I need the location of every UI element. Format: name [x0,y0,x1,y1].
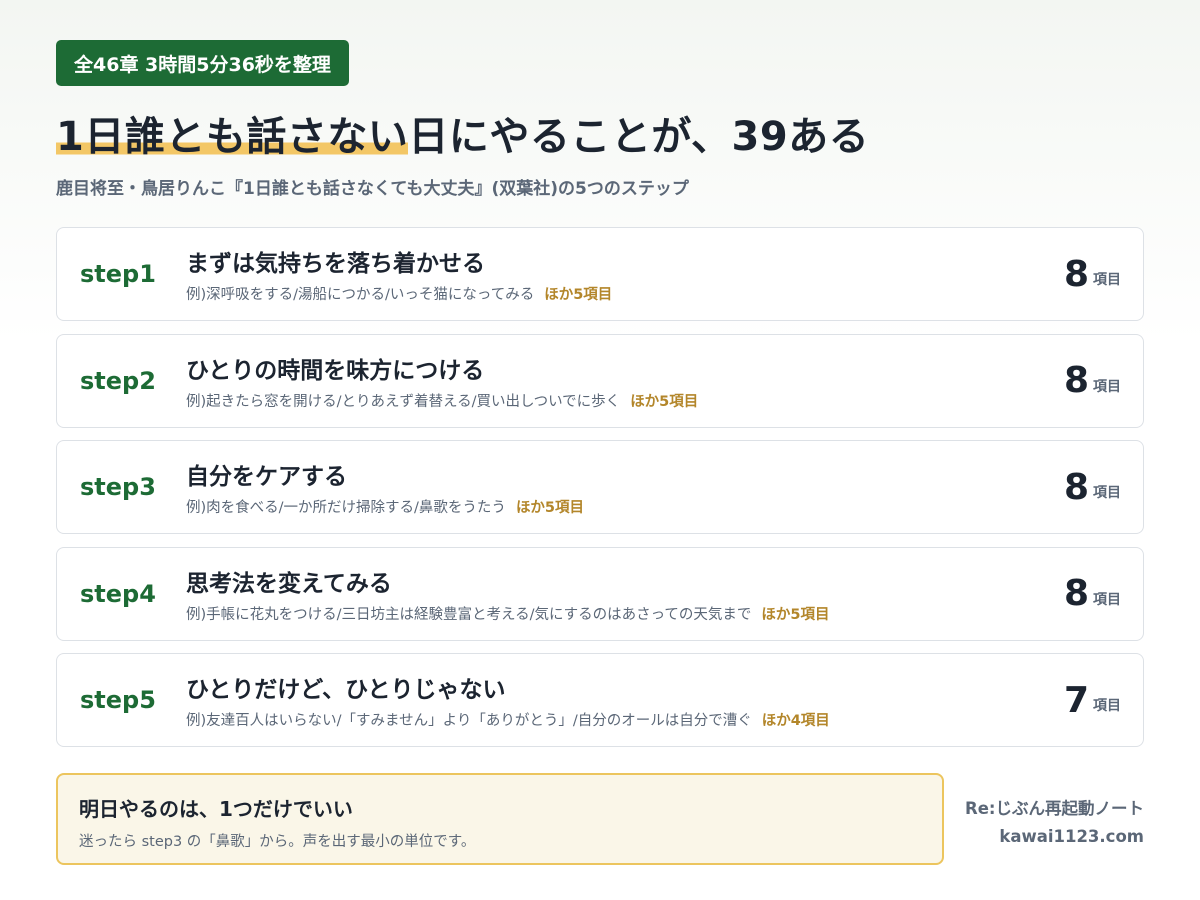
step-title: 思考法を変えてみる [186,570,392,597]
step-examples: 例)起きたら窓を開ける/とりあえず着替える/買い出しついでに歩く ほか5項目 [186,390,698,411]
tip-callout: 明日やるのは、1つだけでいい 迷ったら step3 の「鼻歌」から。声を出す最小… [56,773,944,865]
step-count-unit: 項目 [1093,698,1121,714]
step-count: 8 項目 [1064,335,1121,427]
step-label: step2 [80,366,156,395]
page-subtitle: 鹿目将至・鳥居りんこ『1日誰とも話さなくても大丈夫』(双葉社)の5つのステップ [56,179,689,199]
step-count-number: 8 [1063,360,1089,401]
brand-name: Re:じぶん再起動ノート [965,799,1144,818]
step-title: まずは気持ちを落ち着かせる [186,251,485,277]
step-count-unit: 項目 [1093,591,1121,608]
page-title: 1日誰とも話さない日にやることが、39ある [56,104,869,162]
summary-badge: 全46章 3時間5分36秒を整理 [56,40,349,86]
step-card-5: step5 ひとりだけど、ひとりじゃない 例)友達百人はいらない/「すみません」… [56,653,1144,747]
step-count-number: 8 [1063,253,1089,295]
step-examples: 例)肉を食べる/一か所だけ掃除する/鼻歌をうたう ほか5項目 [186,496,584,517]
step-examples: 例)友達百人はいらない/「すみません」より「ありがとう」/自分のオールは自分で漕… [186,709,830,730]
step-label: step5 [80,686,156,714]
step-title: ひとりだけど、ひとりじゃない [186,677,506,703]
step-title: 自分をケアする [186,464,347,490]
step-count: 7 項目 [1064,654,1121,746]
step-more-items: ほか5項目 [761,606,830,623]
step-examples-text: 例)起きたら窓を開ける/とりあえず着替える/買い出しついでに歩く [186,393,621,410]
callout-title: 明日やるのは、1つだけでいい [79,797,353,821]
step-title: ひとりの時間を味方につける [186,357,485,384]
step-count-number: 8 [1063,466,1089,508]
step-count: 8 項目 [1064,548,1121,640]
step-examples-text: 例)深呼吸をする/湯船につかる/いっそ猫になってみる [186,287,535,303]
step-count-number: 7 [1063,679,1089,721]
step-more-items: ほか5項目 [630,393,699,410]
callout-body: 迷ったら step3 の「鼻歌」から。声を出す最小の単位です。 [79,834,476,850]
title-rest: 日にやることが、39ある [408,114,870,160]
step-examples: 例)手帳に花丸をつける/三日坊主は経験豊富と考える/気にするのはあさっての天気ま… [186,603,830,624]
step-more-items: ほか5項目 [515,500,585,516]
step-count-unit: 項目 [1093,378,1121,395]
step-count-number: 8 [1063,573,1089,614]
step-more-items: ほか5項目 [544,287,613,303]
step-card-3: step3 自分をケアする 例)肉を食べる/一か所だけ掃除する/鼻歌をうたう ほか… [56,440,1144,534]
step-examples-text: 例)肉を食べる/一か所だけ掃除する/鼻歌をうたう [186,500,506,516]
step-label: step1 [80,260,156,288]
step-count: 8 項目 [1064,228,1121,320]
step-label: step3 [80,473,156,501]
step-count: 8 項目 [1064,441,1121,533]
steps-list: step1 まずは気持ちを落ち着かせる 例)深呼吸をする/湯船につかる/いっそ猫… [56,227,1144,760]
step-card-1: step1 まずは気持ちを落ち着かせる 例)深呼吸をする/湯船につかる/いっそ猫… [56,227,1144,321]
step-card-4: step4 思考法を変えてみる 例)手帳に花丸をつける/三日坊主は経験豊富と考え… [56,546,1144,641]
step-card-2: step2 ひとりの時間を味方につける 例)起きたら窓を開ける/とりあえず着替え… [56,333,1144,428]
step-examples-text: 例)友達百人はいらない/「すみません」より「ありがとう」/自分のオールは自分で漕… [186,713,752,729]
step-count-unit: 項目 [1093,485,1121,501]
step-count-unit: 項目 [1093,272,1121,288]
step-examples: 例)深呼吸をする/湯船につかる/いっそ猫になってみる ほか5項目 [186,283,612,304]
title-highlight: 1日誰とも話さない [56,114,409,160]
step-more-items: ほか4項目 [761,713,830,729]
brand-url: kawai1123.com [999,827,1144,846]
step-label: step4 [80,579,156,608]
brand-credit: Re:じぶん再起動ノート kawai1123.com [965,795,1144,851]
step-examples-text: 例)手帳に花丸をつける/三日坊主は経験豊富と考える/気にするのはあさっての天気ま… [186,606,752,623]
